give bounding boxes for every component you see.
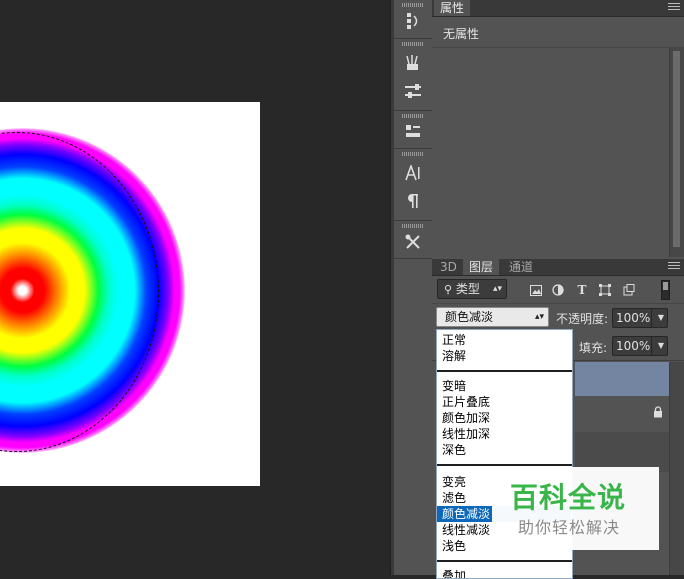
chevron-down-icon: ▼ (657, 341, 664, 350)
grip-handle[interactable] (402, 224, 424, 228)
opacity-slider-button[interactable]: ▼ (651, 308, 668, 328)
blend-option-multiply[interactable]: 正片叠底 (437, 394, 571, 410)
blend-option-darken[interactable]: 变暗 (437, 378, 571, 394)
properties-tabbar: 属性 (432, 0, 684, 17)
type-filter-icon[interactable]: T (575, 283, 589, 297)
separator (394, 258, 432, 259)
properties-scrollbar[interactable] (669, 47, 684, 257)
fill-label: 填充: (579, 341, 608, 355)
blend-option-overlay[interactable]: 叠加 (437, 568, 571, 578)
layers-empty-area (575, 432, 669, 472)
tab-layers[interactable]: 图层 (463, 259, 500, 275)
fill-input[interactable]: 100% (612, 336, 654, 356)
updown-icon: ▴▾ (492, 284, 502, 294)
image-filter-icon[interactable] (529, 283, 543, 297)
layers-tabbar: 3D 图层 通道 (432, 259, 684, 276)
grip-handle[interactable] (402, 3, 424, 7)
menu-separator (437, 464, 572, 466)
brush-presets-icon[interactable] (398, 50, 428, 76)
separator (394, 148, 432, 149)
blend-mode-select[interactable]: 颜色减淡 ▴▾ (436, 307, 549, 327)
paragraph-icon[interactable] (398, 188, 428, 214)
layer-row-background[interactable] (575, 396, 669, 433)
separator (394, 110, 432, 111)
adjustments-icon[interactable] (398, 78, 428, 104)
shape-filter-icon[interactable] (598, 283, 612, 297)
grip-handle[interactable] (402, 152, 424, 156)
opacity-input[interactable]: 100% (612, 308, 654, 328)
blend-option-dissolve[interactable]: 溶解 (437, 348, 571, 364)
opacity-label: 不透明度: (556, 312, 609, 326)
separator (432, 47, 668, 48)
scrollbar-thumb[interactable] (673, 51, 680, 247)
chevron-down-icon: ▼ (657, 313, 664, 322)
layer-row-selected[interactable] (575, 362, 669, 396)
watermark-title: 百科全说 (510, 481, 627, 514)
separator (432, 303, 684, 304)
history-icon[interactable] (398, 8, 428, 34)
blend-mode-value: 颜色减淡 (445, 310, 494, 324)
filter-kind-label: 类型 (455, 282, 480, 296)
blend-option-darker-color[interactable]: 深色 (437, 442, 571, 458)
search-icon: ⚲ (444, 283, 453, 296)
menu-separator (437, 370, 572, 372)
watermark-subtitle: 助你轻松解决 (518, 518, 621, 537)
separator (394, 38, 432, 39)
fill-slider-button[interactable]: ▼ (651, 336, 668, 356)
tool-presets-icon[interactable] (398, 229, 428, 255)
lock-icon (654, 406, 662, 418)
clone-source-icon[interactable] (398, 118, 428, 144)
character-icon[interactable] (398, 160, 428, 186)
tab-3d[interactable]: 3D (434, 259, 463, 275)
smart-object-filter-icon[interactable] (622, 283, 636, 297)
blend-option-color-burn[interactable]: 颜色加深 (437, 410, 571, 426)
adjustment-filter-icon[interactable] (551, 283, 565, 297)
blend-option-linear-burn[interactable]: 线性加深 (437, 426, 571, 442)
properties-panel: 无属性 (432, 17, 684, 257)
tab-properties[interactable]: 属性 (434, 0, 471, 16)
no-properties-text: 无属性 (443, 27, 480, 41)
grip-handle[interactable] (402, 42, 424, 46)
layers-scrollbar[interactable] (669, 362, 684, 575)
menu-separator (437, 560, 572, 562)
watermark: 百科全说 助你轻松解决 (492, 467, 659, 550)
panel-menu-icon[interactable] (668, 262, 680, 272)
separator (394, 220, 432, 221)
filter-kind-select[interactable]: ⚲ 类型 ▴▾ (437, 279, 507, 299)
panel-icon-strip (394, 0, 433, 575)
blend-option-normal[interactable]: 正常 (437, 332, 571, 348)
tab-channels[interactable]: 通道 (503, 259, 539, 275)
document-canvas[interactable] (0, 102, 260, 486)
panel-menu-icon[interactable] (668, 3, 680, 13)
updown-icon: ▴▾ (534, 312, 544, 322)
filter-toggle-switch[interactable] (661, 280, 670, 300)
canvas-area[interactable] (0, 0, 390, 575)
